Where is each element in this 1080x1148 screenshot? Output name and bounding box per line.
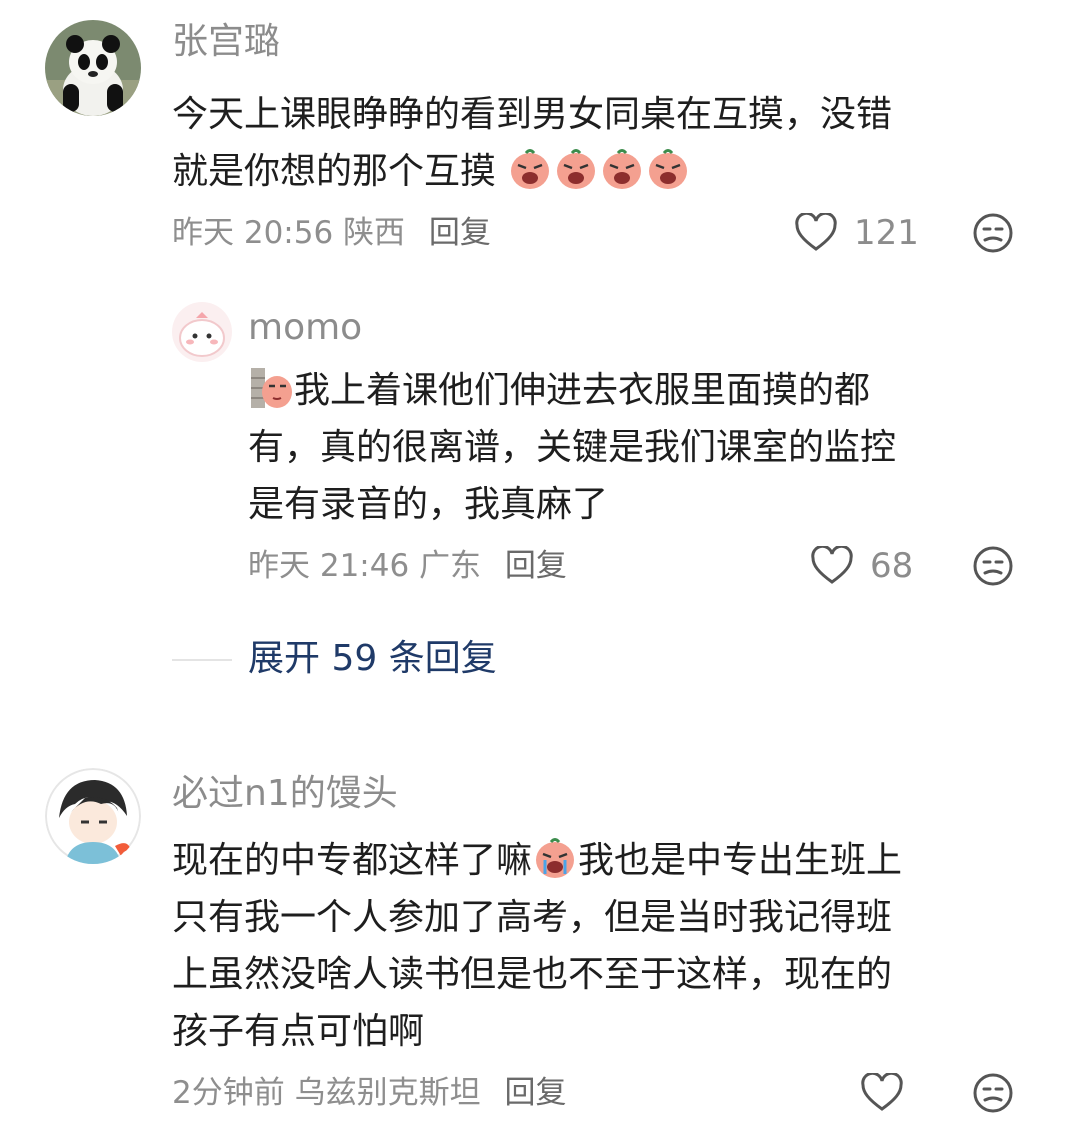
- meh-face-icon: [973, 213, 1013, 253]
- dislike-button[interactable]: [972, 545, 1014, 587]
- crying-sweet-potato-icon: [496, 149, 553, 192]
- reply-text: 我上着课他们伸进去衣服里面摸的都 有，真的很离谱，关键是我们课室的监控 是有录音…: [248, 362, 1048, 533]
- comment-text: 现在的中专都这样了嘛 我也是中专出生班上 只有我一个人参加了高考，但是当时我记得班…: [172, 832, 1052, 1060]
- comment-location: 陕西: [343, 215, 406, 251]
- comment-text-line: 上虽然没啥人读书但是也不至于这样，现在的: [172, 954, 893, 995]
- comment-text-line: 现在的中专都这样了嘛 我也是中专出生班上: [172, 838, 903, 881]
- reply-location: 广东: [419, 548, 482, 584]
- comment-location: 乌兹别克斯坦: [294, 1075, 481, 1111]
- dislike-button[interactable]: [972, 1072, 1014, 1114]
- comment-meta: 昨天 20:56 陕西 回复: [172, 213, 491, 253]
- pink-cartoon-avatar-icon: [172, 302, 232, 362]
- comment-time: 2分钟前: [172, 1075, 285, 1111]
- expand-divider: [172, 659, 232, 661]
- peeking-sweet-potato-icon: [248, 368, 294, 411]
- reply-time: 昨天 21:46: [248, 548, 410, 584]
- like-button[interactable]: [860, 1073, 920, 1113]
- reply-button[interactable]: 回复: [429, 215, 491, 251]
- heart-icon: [811, 546, 853, 584]
- comment-text-line: 孩子有点可怕啊: [172, 1011, 425, 1052]
- reply-text-line: 有，真的很离谱，关键是我们课室的监控: [248, 427, 897, 468]
- like-count: 121: [854, 213, 919, 253]
- avatar[interactable]: [45, 20, 141, 116]
- like-button[interactable]: 121: [794, 213, 919, 253]
- crying-sweet-potato-icon: [553, 149, 599, 192]
- comment-text-line: 就是你想的那个互摸: [172, 143, 1052, 200]
- heart-icon: [861, 1073, 903, 1111]
- dislike-button[interactable]: [972, 212, 1014, 254]
- comment-text-line: 今天上课眼睁睁的看到男女同桌在互摸，没错: [172, 94, 893, 135]
- reply-button[interactable]: 回复: [504, 1075, 566, 1111]
- avatar[interactable]: [45, 768, 141, 864]
- meh-face-icon: [973, 546, 1013, 586]
- like-button[interactable]: 68: [810, 546, 913, 586]
- reply-text-line: 是有录音的，我真麻了: [248, 484, 609, 525]
- meh-face-icon: [973, 1073, 1013, 1113]
- expand-replies-button[interactable]: 展开 59 条回复: [248, 637, 497, 681]
- panda-avatar-icon: [45, 20, 141, 116]
- reply-text-line: 我上着课他们伸进去衣服里面摸的都: [248, 362, 1048, 419]
- comment-time: 昨天 20:56: [172, 215, 334, 251]
- reply-username[interactable]: momo: [248, 306, 362, 350]
- comment-meta: 2分钟前 乌兹别克斯坦 回复: [172, 1073, 566, 1113]
- avatar[interactable]: [172, 302, 232, 362]
- like-count: 68: [870, 546, 914, 586]
- crying-sweet-potato-icon: [599, 149, 645, 192]
- anime-boy-avatar-icon: [45, 768, 141, 864]
- comment-username[interactable]: 必过n1的馒头: [172, 772, 398, 816]
- reply-meta: 昨天 21:46 广东 回复: [248, 546, 567, 586]
- reply-button[interactable]: 回复: [505, 548, 567, 584]
- comment-username[interactable]: 张宫璐: [172, 20, 280, 64]
- comment-text: 今天上课眼睁睁的看到男女同桌在互摸，没错 就是你想的那个互摸: [172, 86, 1052, 200]
- comment-text-line: 只有我一个人参加了高考，但是当时我记得班: [172, 897, 893, 938]
- crying-sweet-potato-icon: [532, 838, 578, 881]
- heart-icon: [795, 213, 837, 251]
- crying-sweet-potato-icon: [645, 149, 691, 192]
